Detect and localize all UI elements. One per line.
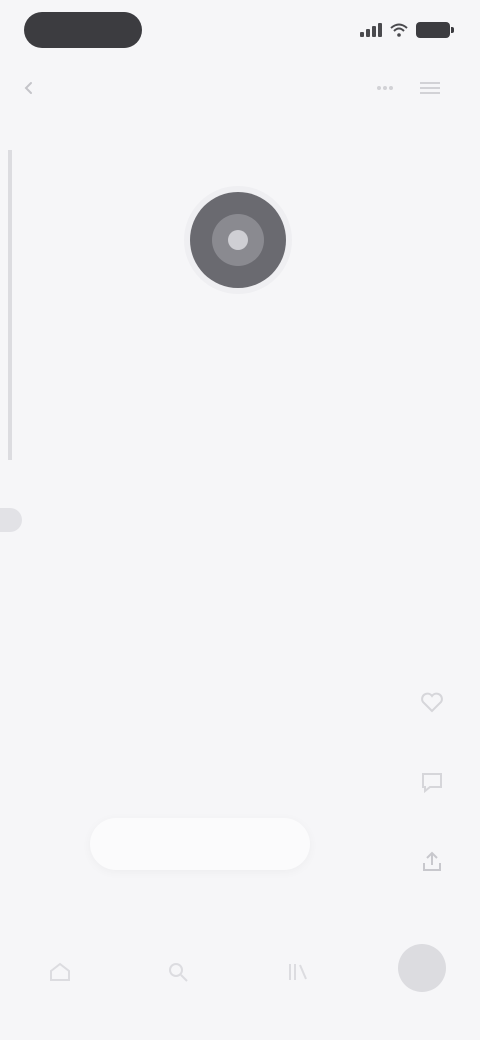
- back-button[interactable]: [22, 72, 42, 104]
- top-action-2[interactable]: [414, 72, 440, 104]
- top-actions: [376, 72, 440, 104]
- library-icon: [289, 964, 307, 980]
- edge-scroll-track[interactable]: [0, 150, 12, 460]
- search-icon: [169, 963, 188, 982]
- status-time-pill: [24, 12, 142, 48]
- share-icon: [423, 851, 441, 871]
- status-bar: [0, 0, 480, 60]
- battery-icon: [416, 22, 454, 38]
- menu-icon: [420, 82, 440, 94]
- now-playing-pill[interactable]: [90, 818, 310, 870]
- profile-avatar[interactable]: [398, 944, 446, 992]
- chevron-left-icon: [24, 82, 32, 94]
- more-icon: [377, 86, 393, 90]
- top-action-1[interactable]: [376, 72, 400, 104]
- screen: [0, 0, 480, 1040]
- record-center: [228, 230, 248, 250]
- record-artwork[interactable]: [190, 192, 286, 288]
- nav-home[interactable]: [36, 950, 84, 994]
- signal-icon: [360, 23, 382, 37]
- like-button[interactable]: [410, 680, 454, 724]
- comment-button[interactable]: [410, 760, 454, 804]
- top-bar: [0, 66, 480, 110]
- edge-drag-handle[interactable]: [0, 508, 22, 532]
- bottom-nav: [0, 940, 480, 1004]
- home-icon: [50, 962, 70, 981]
- nav-search[interactable]: [154, 950, 202, 994]
- wifi-icon: [390, 23, 408, 37]
- nav-library[interactable]: [274, 950, 322, 994]
- share-button[interactable]: [410, 840, 454, 884]
- status-icons: [360, 20, 454, 40]
- comment-icon: [422, 773, 442, 794]
- heart-icon: [421, 692, 443, 713]
- status-time: [24, 12, 142, 48]
